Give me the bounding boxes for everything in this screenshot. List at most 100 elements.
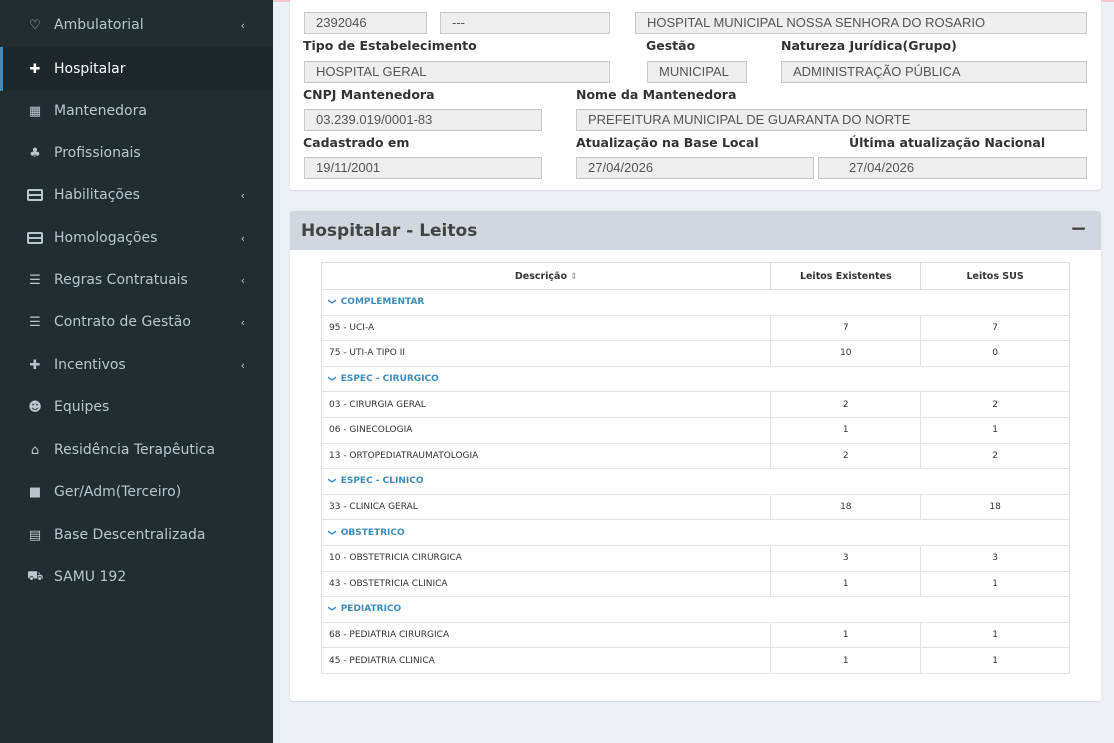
sidebar-item-label: Regras Contratuais [54, 272, 188, 288]
group-row[interactable]: ❯ PEDIATRICO [321, 596, 1070, 623]
cell-leitos-sus: 1 [920, 416, 1070, 444]
sidebar-item-label: Residência Terapêutica [54, 442, 216, 458]
sidebar-item-profissionais[interactable]: ♣ Profissionais [0, 131, 273, 175]
sidebar-item-label: Ger/Adm(Terceiro) [54, 484, 182, 500]
sidebar-item-hospitalar[interactable]: ✚ Hospitalar [0, 47, 273, 91]
cell-leitos-sus: 1 [920, 570, 1070, 598]
cell-leitos-existentes: 1 [770, 416, 922, 444]
sidebar-item-base-descentralizada[interactable]: ▤ Base Descentralizada [0, 513, 273, 557]
cell-descricao: 13 - ORTOPEDIATRAUMATOLOGIA [320, 442, 772, 470]
group-label: COMPLEMENTAR [340, 297, 425, 308]
column-header-descricao[interactable]: Descrição ⇕ [320, 262, 772, 290]
cell-leitos-existentes: 1 [770, 570, 922, 598]
cell-leitos-existentes: 7 [770, 314, 922, 342]
building-icon: ■ [28, 484, 42, 500]
gestao-label: Gestão [646, 38, 696, 53]
group-label: ESPEC - CIRURGICO [340, 374, 439, 385]
group-toggle[interactable]: ❯ ESPEC - CIRURGICO [321, 365, 1070, 393]
leitos-box-header: Hospitalar - Leitos − [290, 214, 1101, 250]
group-row[interactable]: ❯ OBSTETRICO [321, 519, 1070, 546]
nome-mantenedora-field: PREFEITURA MUNICIPAL DE GUARANTA DO NORT… [576, 109, 1087, 131]
group-label: ESPEC - CLINICO [340, 476, 424, 487]
chevron-left-icon: ‹ [240, 188, 245, 202]
leitos-box: Hospitalar - Leitos − Descrição ⇕ Leitos … [290, 211, 1101, 701]
cell-leitos-sus: 3 [920, 544, 1070, 572]
chevron-left-icon: ‹ [240, 358, 245, 372]
gestao-field: MUNICIPAL [647, 61, 747, 83]
table-row: 33 - CLINICA GERAL 18 18 [320, 493, 1070, 521]
establishment-info-box: 2392046 --- HOSPITAL MUNICIPAL NOSSA SEN… [290, 0, 1101, 190]
leitos-table-body: ❯ COMPLEMENTAR 95 - UCI-A 7 7 75 - UTI-A TIPO… [320, 289, 1070, 674]
cell-descricao: 45 - PEDIATRIA CLINICA [320, 647, 772, 674]
chevron-left-icon: ‹ [240, 18, 245, 32]
sidebar-item-label: Habilitações [54, 187, 140, 203]
chevron-left-icon: ‹ [240, 315, 245, 329]
cell-leitos-sus: 2 [920, 442, 1070, 470]
column-header-leitos-sus: Leitos SUS [920, 262, 1070, 290]
atualizacao-nacional-label: Última atualização Nacional [849, 135, 1046, 150]
natureza-juridica-field: ADMINISTRAÇÃO PÚBLICA [781, 61, 1087, 83]
plus-icon: ✚ [29, 357, 41, 373]
cell-leitos-existentes: 1 [770, 647, 922, 674]
cell-descricao: 06 - GINECOLOGIA [320, 416, 772, 444]
table-row: 68 - PEDIATRIA CIRURGICA 1 1 [320, 621, 1070, 649]
cadastrado-em-field: 19/11/2001 [304, 157, 542, 179]
group-toggle[interactable]: ❯ OBSTETRICO [321, 519, 1070, 546]
cell-leitos-sus: 7 [920, 314, 1070, 342]
sidebar-item-label: Ambulatorial [54, 17, 144, 33]
secondary-code-field: --- [440, 12, 610, 34]
sidebar-item-samu[interactable]: ⛟ SAMU 192 [0, 555, 273, 599]
sidebar-item-mantenedora[interactable]: ▦ Mantenedora [0, 89, 273, 133]
tipo-estabelecimento-label: Tipo de Estabelecimento [303, 38, 477, 53]
table-row: 10 - OBSTETRICIA CIRURGICA 3 3 [320, 544, 1070, 572]
sidebar-item-incentivos[interactable]: ✚ Incentivos ‹ [0, 343, 273, 387]
cnpj-mantenedora-field: 03.239.019/0001-83 [304, 109, 542, 131]
cell-descricao: 10 - OBSTETRICIA CIRURGICA [320, 544, 772, 572]
sidebar-item-label: Mantenedora [54, 103, 147, 119]
table-row: 43 - OBSTETRICIA CLINICA 1 1 [320, 570, 1070, 598]
cell-leitos-existentes: 2 [770, 391, 922, 418]
cell-leitos-sus: 18 [920, 493, 1070, 521]
sidebar-item-label: Hospitalar [54, 61, 126, 77]
cell-leitos-existentes: 2 [770, 442, 922, 470]
leitos-box-title: Hospitalar - Leitos [301, 221, 478, 241]
group-row[interactable]: ❯ ESPEC - CLINICO [321, 468, 1070, 495]
group-label: OBSTETRICO [340, 527, 405, 538]
cnpj-mantenedora-label: CNPJ Mantenedora [303, 87, 435, 102]
group-toggle[interactable]: ❯ COMPLEMENTAR [321, 289, 1070, 316]
sidebar-item-ambulatorial[interactable]: ♡ Ambulatorial ‹ [0, 3, 273, 47]
sidebar-item-habilitacoes[interactable]: Habilitações ‹ [0, 173, 273, 217]
list-alt-icon: ▤ [28, 527, 42, 543]
sidebar-item-label: Homologações [54, 230, 158, 246]
table-row: 13 - ORTOPEDIATRAUMATOLOGIA 2 2 [320, 442, 1070, 470]
group-toggle[interactable]: ❯ ESPEC - CLINICO [321, 468, 1070, 495]
table-row: 03 - CIRURGIA GERAL 2 2 [320, 391, 1070, 418]
table-header-row: Descrição ⇕ Leitos Existentes Leitos SUS [320, 262, 1070, 290]
chevron-left-icon: ‹ [240, 231, 245, 245]
sidebar-item-equipes[interactable]: ☻ Equipes [0, 385, 273, 429]
sidebar-item-regras-contratuais[interactable]: ☰ Regras Contratuais ‹ [0, 258, 273, 302]
group-label: PEDIATRICO [340, 604, 402, 615]
cell-descricao: 43 - OBSTETRICIA CLINICA [320, 570, 772, 598]
building-icon: ▦ [28, 103, 42, 119]
sidebar-item-residencia-terapeutica[interactable]: ⌂ Residência Terapêutica [0, 428, 273, 472]
list-icon: ☰ [29, 314, 41, 330]
group-icon: ☻ [28, 399, 42, 415]
cell-descricao: 68 - PEDIATRIA CIRURGICA [320, 621, 772, 649]
table-row: 95 - UCI-A 7 7 [320, 314, 1070, 342]
ambulance-icon: ⛟ [27, 568, 44, 584]
table-row: 75 - UTI-A TIPO II 10 0 [320, 340, 1070, 367]
group-toggle[interactable]: ❯ PEDIATRICO [321, 596, 1070, 623]
group-row[interactable]: ❯ ESPEC - CIRURGICO [321, 365, 1070, 393]
chevron-down-icon: ❯ [327, 528, 337, 536]
column-header-leitos-existentes: Leitos Existentes [770, 262, 922, 290]
users-icon: ♣ [29, 145, 41, 161]
cell-descricao: 33 - CLINICA GERAL [320, 493, 772, 521]
sidebar-item-ger-adm[interactable]: ■ Ger/Adm(Terceiro) [0, 470, 273, 514]
sidebar-item-homologacoes[interactable]: Homologações ‹ [0, 216, 273, 260]
collapse-minus-icon[interactable]: − [1070, 216, 1087, 240]
credit-card-icon [27, 231, 43, 246]
cell-leitos-sus: 2 [920, 391, 1070, 418]
sidebar-item-contrato-gestao[interactable]: ☰ Contrato de Gestão ‹ [0, 300, 273, 344]
group-row[interactable]: ❯ COMPLEMENTAR [321, 289, 1070, 316]
